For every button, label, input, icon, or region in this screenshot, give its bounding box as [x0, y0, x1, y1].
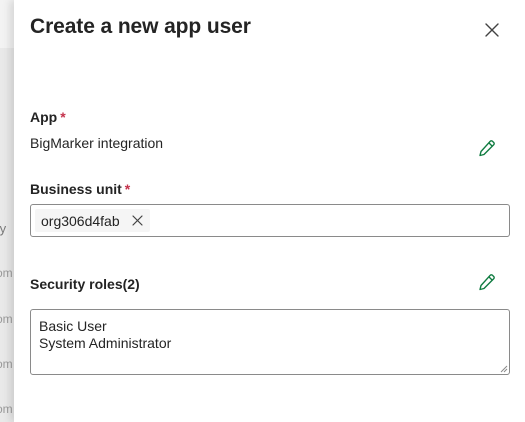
- pencil-icon: [479, 274, 495, 291]
- edit-app-button[interactable]: [476, 137, 498, 159]
- resize-grip-icon[interactable]: [499, 364, 508, 373]
- security-role-item: System Administrator: [39, 335, 172, 351]
- background-text-fragment: ty: [0, 221, 7, 236]
- app-field-value: BigMarker integration: [30, 135, 164, 151]
- close-button[interactable]: [482, 20, 502, 40]
- create-app-user-panel: Create a new app user App * BigMarker int…: [14, 0, 525, 422]
- edit-security-roles-button[interactable]: [476, 271, 498, 293]
- business-unit-tag-label: org306d4fab: [41, 212, 120, 229]
- background-text-fragment: om: [0, 402, 13, 416]
- security-roles-label: Security roles(2): [30, 276, 140, 292]
- remove-tag-button[interactable]: [132, 215, 144, 227]
- app-label-text: App: [30, 109, 58, 125]
- required-indicator: *: [60, 109, 66, 125]
- security-roles-textarea[interactable]: Basic User System Administrator: [30, 309, 510, 375]
- background-text-fragment: om: [0, 357, 13, 371]
- background-text-fragment: om: [0, 266, 13, 280]
- required-indicator: *: [124, 181, 131, 197]
- business-unit-tag[interactable]: org306d4fab: [35, 209, 150, 232]
- business-unit-label: Business unit *: [30, 181, 130, 197]
- background-text-fragment: om: [0, 312, 13, 326]
- business-unit-lookup-input[interactable]: org306d4fab: [30, 204, 510, 237]
- background-header-strip: [0, 0, 14, 48]
- pencil-icon: [479, 140, 495, 157]
- security-role-item: Basic User: [39, 318, 107, 334]
- panel-title: Create a new app user: [30, 15, 251, 38]
- business-unit-label-text: Business unit: [30, 181, 122, 197]
- app-field-label: App *: [30, 109, 66, 125]
- background-page: ty om om om om: [0, 0, 14, 422]
- close-icon: [132, 215, 143, 226]
- close-icon: [485, 23, 499, 37]
